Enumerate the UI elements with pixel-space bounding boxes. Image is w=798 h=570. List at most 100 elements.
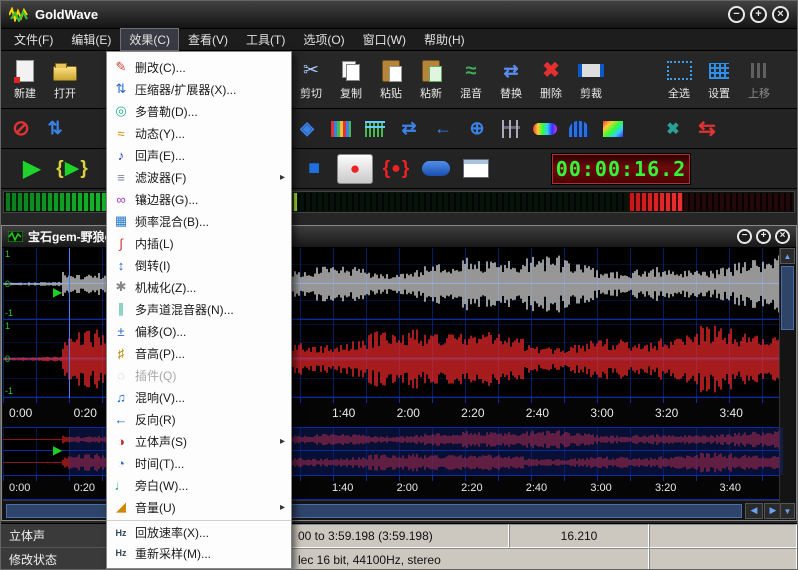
effects-menu-item[interactable]: ∥ 多声道混音器(N)... xyxy=(107,298,291,320)
toolbar-button-label: 复制 xyxy=(340,85,362,101)
effects-menu-item[interactable]: ≈ 动态(Y)... xyxy=(107,122,291,144)
play-button[interactable]: ▶ xyxy=(15,154,49,184)
overview-timeline-label: 2:40 xyxy=(524,482,589,494)
paste-button[interactable]: 粘贴 xyxy=(371,53,411,107)
menu-item-icon: ± xyxy=(111,324,131,339)
play-selection-button[interactable]: ▶ xyxy=(55,154,89,184)
rainbow-square-icon[interactable] xyxy=(599,116,627,142)
stop-button[interactable]: ■ xyxy=(297,154,331,184)
disable-icon[interactable]: ⊘ xyxy=(7,116,35,142)
menubar-item[interactable]: 效果(C) xyxy=(120,28,179,51)
vertical-scrollbar[interactable]: ▲ ▼ xyxy=(779,248,795,519)
open-button[interactable]: 打开 xyxy=(45,53,85,107)
menu-item-icon: ∥ xyxy=(111,301,131,317)
selection-start-marker[interactable] xyxy=(69,248,70,398)
copy-button[interactable]: 复制 xyxy=(331,53,371,107)
menu-item-icon: ◑ xyxy=(111,434,131,449)
delete-button[interactable]: ✖ 删除 xyxy=(531,53,571,107)
effects-menu-item[interactable]: ◌ 插件(Q) xyxy=(107,364,291,386)
effects-menu-item[interactable]: ◔ 时间(T)... xyxy=(107,452,291,474)
effects-menu-item[interactable]: ∫ 内插(L) xyxy=(107,232,291,254)
titlebar[interactable]: GoldWave − + × xyxy=(1,1,797,29)
timeline-label: 3:40 xyxy=(718,406,783,420)
menu-item-label: 删改(C)... xyxy=(135,59,275,76)
menu-item-icon: Hz xyxy=(111,528,131,538)
doc-maximize-button[interactable]: + xyxy=(756,229,771,244)
vertical-scroll-track[interactable] xyxy=(780,332,795,503)
doc-close-button[interactable]: × xyxy=(775,229,790,244)
overview-timeline-label: 3:40 xyxy=(718,482,783,494)
arrow-left-icon[interactable]: ← xyxy=(429,116,457,142)
cross-icon[interactable]: ✖ xyxy=(659,116,687,142)
effects-menu-item[interactable]: ⇅ 压缩器/扩展器(X)... xyxy=(107,78,291,100)
effects-menu-item[interactable]: Hz 重新采样(M)... xyxy=(107,542,291,564)
effects-menu-item[interactable]: ∞ 镶边器(G)... xyxy=(107,188,291,210)
effects-menu-item[interactable]: ♯ 音高(P)... xyxy=(107,342,291,364)
menu-item-icon: ◌ xyxy=(111,368,131,383)
amplitude-label: 1 xyxy=(5,249,19,259)
status-length-field: 16.210 xyxy=(509,524,649,548)
scroll-down-button[interactable]: ▼ xyxy=(780,503,795,519)
spectrum-icon[interactable] xyxy=(361,116,389,142)
effects-menu-item[interactable]: ✎ 删改(C)... xyxy=(107,56,291,78)
maximize-button[interactable]: + xyxy=(750,6,767,23)
effects-menu-item[interactable]: ✱ 机械化(Z)... xyxy=(107,276,291,298)
timeline-label: 3:00 xyxy=(588,406,653,420)
effects-menu-item[interactable]: ← 反向(R) xyxy=(107,408,291,430)
effects-menu-item[interactable]: Hz 回放速率(X)... xyxy=(107,520,291,542)
effects-menu-item[interactable]: ± 偏移(O)... xyxy=(107,320,291,342)
effects-menu-item[interactable]: ◢ 音量(U) ▸ xyxy=(107,496,291,518)
menu-item-label: 倒转(I) xyxy=(135,257,275,274)
menubar-item[interactable]: 工具(T) xyxy=(237,28,294,51)
record-button[interactable]: ● xyxy=(337,154,373,184)
effects-menu-item[interactable]: ↕ 倒转(I) xyxy=(107,254,291,276)
menubar: 文件(F)编辑(E)效果(C)查看(V)工具(T)选项(O)窗口(W)帮助(H) xyxy=(1,29,797,51)
doc-minimize-button[interactable]: − xyxy=(737,229,752,244)
timeline-label: 3:20 xyxy=(653,406,718,420)
toolbar-button-label: 混音 xyxy=(460,85,482,101)
menubar-item[interactable]: 选项(O) xyxy=(294,28,353,51)
overview-timeline-label: 1:40 xyxy=(330,482,395,494)
menubar-item[interactable]: 文件(F) xyxy=(5,28,62,51)
mix-button[interactable]: ≈ 混音 xyxy=(451,53,491,107)
effects-menu-item[interactable]: ♫ 混响(V)... xyxy=(107,386,291,408)
mixer-chart-icon[interactable] xyxy=(327,116,355,142)
effects-menu-item[interactable]: ▦ 频率混合(B)... xyxy=(107,210,291,232)
minimize-button[interactable]: − xyxy=(728,6,745,23)
overview-play-marker: ▶ xyxy=(53,444,62,456)
settings-button[interactable]: 设置 xyxy=(699,53,739,107)
effects-menu-item[interactable]: ♩ 旁白(W)... xyxy=(107,474,291,496)
trim-button[interactable]: 剪裁 xyxy=(571,53,611,107)
cue-points-button[interactable] xyxy=(459,154,493,184)
split-arrows-icon[interactable]: ⇆ xyxy=(693,116,721,142)
cut-button[interactable]: ✂ 剪切 xyxy=(291,53,331,107)
menubar-item[interactable]: 窗口(W) xyxy=(354,28,415,51)
fast-forward-button[interactable] xyxy=(419,154,453,184)
faders-icon[interactable] xyxy=(497,116,525,142)
menu-item-icon: ♩ xyxy=(111,478,131,493)
effects-menu-item[interactable]: ◑ 立体声(S) ▸ xyxy=(107,430,291,452)
paste-new-button[interactable]: 粘新 xyxy=(411,53,451,107)
compass-icon[interactable]: ◈ xyxy=(293,116,321,142)
target-icon[interactable]: ⊕ xyxy=(463,116,491,142)
amplitude-label: 0 xyxy=(5,279,19,289)
menubar-item[interactable]: 编辑(E) xyxy=(62,28,120,51)
scroll-left-button[interactable]: ◀ xyxy=(745,503,763,519)
menubar-item[interactable]: 帮助(H) xyxy=(415,28,474,51)
scroll-up-button[interactable]: ▲ xyxy=(780,248,795,264)
swap-channels-icon[interactable]: ⇅ xyxy=(41,116,69,142)
replace-button[interactable]: ⇄ 替换 xyxy=(491,53,531,107)
close-button[interactable]: × xyxy=(772,6,789,23)
rainbow-ellipse-icon[interactable] xyxy=(531,116,559,142)
comb-filter-icon[interactable] xyxy=(565,116,593,142)
effects-menu-item[interactable]: ◎ 多普勒(D)... xyxy=(107,100,291,122)
menubar-item[interactable]: 查看(V) xyxy=(179,28,237,51)
record-selection-button[interactable]: ● xyxy=(379,154,413,184)
effects-menu-item[interactable]: ♪ 回声(E)... xyxy=(107,144,291,166)
exchange-icon[interactable]: ⇄ xyxy=(395,116,423,142)
move-up-button[interactable]: 上移 xyxy=(739,53,779,107)
select-all-button[interactable]: 全选 xyxy=(659,53,699,107)
effects-menu-item[interactable]: ≡ 滤波器(F) ▸ xyxy=(107,166,291,188)
vertical-scroll-thumb[interactable] xyxy=(781,266,794,330)
new-button[interactable]: 新建 xyxy=(5,53,45,107)
